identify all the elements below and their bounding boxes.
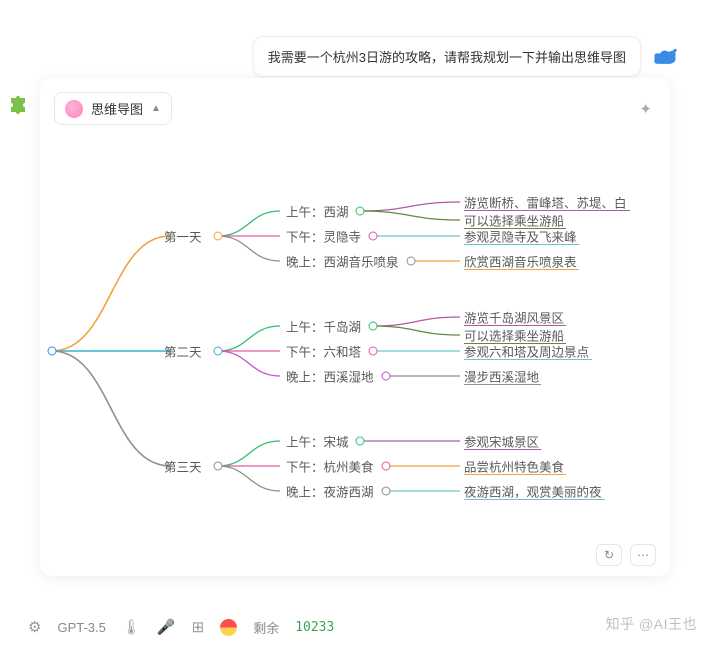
user-message-bubble: 我需要一个杭州3日游的攻略，请帮我规划一下并输出思维导图 <box>253 36 641 77</box>
whale-avatar-icon <box>651 45 679 69</box>
mindmap-node-dot[interactable] <box>356 207 365 216</box>
mindmap-node-dot[interactable] <box>214 232 223 241</box>
mindmap-node-dot[interactable] <box>407 257 416 266</box>
chevron-up-icon: ▲ <box>151 103 161 114</box>
mic-icon[interactable]: 🎤 <box>157 618 176 636</box>
mindmap-node-dot[interactable] <box>381 487 390 496</box>
puzzle-icon <box>8 90 32 114</box>
mindmap-note-label: 参观宋城景区 <box>464 432 539 451</box>
sparkle-icon[interactable]: ✦ <box>639 100 652 118</box>
mindmap-node-dot[interactable] <box>381 372 390 381</box>
model-label[interactable]: GPT-3.5 <box>57 620 105 635</box>
mindmap-time-label: 上午：西湖 <box>286 202 349 221</box>
mindmap-time-label: 晚上：西溪湿地 <box>286 367 374 386</box>
more-button[interactable]: ⋯ <box>630 544 656 566</box>
watermark: 知乎 @AI王也 <box>606 614 697 634</box>
mindmap-card: 思维导图 ▲ ✦ 第一天上午：西湖游览断桥、雷峰塔、苏堤、白可以选择乘坐游船下午… <box>40 78 670 576</box>
mindmap-note-label: 游览断桥、雷峰塔、苏堤、白 <box>464 193 627 212</box>
gear-icon[interactable]: ⚙ <box>28 618 41 636</box>
chip-label: 思维导图 <box>91 99 143 118</box>
mindmap-canvas[interactable]: 第一天上午：西湖游览断桥、雷峰塔、苏堤、白可以选择乘坐游船下午：灵隐寺参观灵隐寺… <box>40 141 670 561</box>
mindmap-time-label: 下午：六和塔 <box>286 342 361 361</box>
mindmap-node-dot[interactable] <box>368 322 377 331</box>
mindmap-day-label: 第二天 <box>164 342 202 361</box>
remaining-value: 10233 <box>295 620 334 635</box>
mindmap-note-label: 品尝杭州特色美食 <box>464 457 564 476</box>
grid-icon[interactable]: ⊞ <box>192 618 205 636</box>
mindmap-chip[interactable]: 思维导图 ▲ <box>54 92 172 125</box>
mindmap-time-label: 上午：千岛湖 <box>286 317 361 336</box>
mindmap-time-label: 下午：杭州美食 <box>286 457 374 476</box>
mindmap-note-label: 游览千岛湖风景区 <box>464 308 564 327</box>
thermometer-icon[interactable]: 🌡 <box>122 618 141 636</box>
mindmap-time-label: 晚上：西湖音乐喷泉 <box>286 252 399 271</box>
mindmap-day-label: 第三天 <box>164 457 202 476</box>
mindmap-note-label: 漫步西溪湿地 <box>464 367 539 386</box>
mindmap-time-label: 上午：宋城 <box>286 432 349 451</box>
remaining-label: 剩余 <box>253 618 279 637</box>
refresh-button[interactable]: ↻ <box>596 544 622 566</box>
mindmap-node-dot[interactable] <box>214 462 223 471</box>
mindmap-note-label: 参观六和塔及周边景点 <box>464 342 589 361</box>
mindmap-node-dot[interactable] <box>368 347 377 356</box>
mindmap-note-label: 欣赏西湖音乐喷泉表 <box>464 252 577 271</box>
mindmap-time-label: 晚上：夜游西湖 <box>286 482 374 501</box>
mindmap-note-label: 夜游西湖，观赏美丽的夜 <box>464 482 602 501</box>
mindmap-node-dot[interactable] <box>368 232 377 241</box>
mindmap-note-label: 参观灵隐寺及飞来峰 <box>464 227 577 246</box>
mindmap-time-label: 下午：灵隐寺 <box>286 227 361 246</box>
mindmap-node-dot[interactable] <box>214 347 223 356</box>
mindmap-node-dot[interactable] <box>381 462 390 471</box>
mindmap-node-dot[interactable] <box>356 437 365 446</box>
brain-icon <box>65 100 83 118</box>
smile-icon <box>220 619 237 636</box>
mindmap-node-dot[interactable] <box>48 347 57 356</box>
mindmap-day-label: 第一天 <box>164 227 202 246</box>
